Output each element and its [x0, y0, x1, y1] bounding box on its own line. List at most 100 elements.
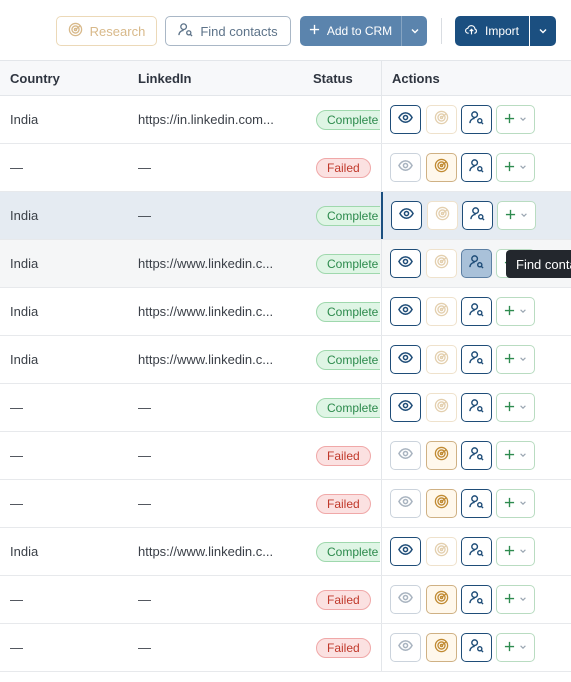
linkedin-cell[interactable]: https://www.linkedin.c...: [128, 288, 302, 335]
find-contacts-row-button[interactable]: [461, 153, 492, 182]
research-button-label: Research: [89, 23, 146, 39]
research-row-button[interactable]: [426, 633, 457, 662]
status-cell: Complete: [303, 384, 380, 431]
linkedin-cell[interactable]: —: [128, 432, 302, 479]
research-row-button[interactable]: [426, 393, 457, 422]
add-row-dropdown-button[interactable]: [496, 297, 535, 326]
find-contacts-row-button[interactable]: [461, 393, 492, 422]
status-badge: Failed: [316, 493, 371, 514]
table-row[interactable]: — — Failed: [0, 144, 571, 192]
status-badge: Failed: [316, 157, 371, 178]
table-row[interactable]: — — Failed: [0, 624, 571, 672]
chevron-down-icon: [538, 24, 548, 39]
add-row-dropdown-button[interactable]: [496, 633, 535, 662]
add-row-dropdown-button[interactable]: [496, 345, 535, 374]
linkedin-cell[interactable]: —: [128, 192, 302, 239]
table-row[interactable]: India https://www.linkedin.c... Complete: [0, 336, 571, 384]
linkedin-cell[interactable]: —: [128, 624, 302, 671]
view-button[interactable]: [390, 105, 421, 134]
add-row-dropdown-button[interactable]: [496, 393, 535, 422]
find-contacts-row-button[interactable]: [461, 537, 492, 566]
view-button[interactable]: [390, 585, 421, 614]
find-contacts-row-button[interactable]: [461, 633, 492, 662]
plus-icon: [504, 495, 515, 513]
add-row-dropdown-button[interactable]: [496, 105, 535, 134]
eye-icon: [398, 590, 413, 610]
view-button[interactable]: [390, 441, 421, 470]
table-row[interactable]: — — Failed: [0, 480, 571, 528]
find-contacts-icon: [178, 22, 193, 40]
add-to-crm-dropdown-button[interactable]: [401, 16, 427, 46]
linkedin-cell[interactable]: https://www.linkedin.c...: [128, 240, 302, 287]
find-contacts-button[interactable]: Find contacts: [165, 16, 291, 46]
add-row-dropdown-button[interactable]: [496, 153, 535, 182]
eye-icon: [398, 254, 413, 274]
find-contacts-row-button[interactable]: [461, 105, 492, 134]
find-contacts-icon: [469, 446, 484, 466]
research-row-button[interactable]: [426, 345, 457, 374]
view-button[interactable]: [390, 633, 421, 662]
find-contacts-row-button[interactable]: [461, 297, 492, 326]
add-row-dropdown-button[interactable]: [496, 537, 535, 566]
research-row-button[interactable]: [426, 105, 457, 134]
research-row-button[interactable]: [426, 153, 457, 182]
view-button[interactable]: [390, 537, 421, 566]
table-row[interactable]: India https://www.linkedin.c... Complete: [0, 288, 571, 336]
linkedin-cell[interactable]: https://in.linkedin.com...: [128, 96, 302, 143]
view-button[interactable]: [390, 249, 421, 278]
view-button[interactable]: [390, 345, 421, 374]
linkedin-cell[interactable]: —: [128, 480, 302, 527]
view-button[interactable]: [390, 489, 421, 518]
import-dropdown-button[interactable]: [530, 16, 556, 46]
research-radar-icon: [434, 254, 449, 274]
research-row-button[interactable]: [426, 249, 457, 278]
linkedin-cell[interactable]: —: [128, 144, 302, 191]
row-actions: [381, 480, 571, 527]
table-row[interactable]: — — Complete: [0, 384, 571, 432]
column-header-country[interactable]: Country: [0, 61, 127, 96]
linkedin-cell[interactable]: https://www.linkedin.c...: [128, 336, 302, 383]
view-button[interactable]: [390, 297, 421, 326]
status-badge: Failed: [316, 637, 371, 658]
research-button[interactable]: Research: [56, 16, 157, 46]
linkedin-cell[interactable]: —: [128, 576, 302, 623]
plus-icon: [505, 207, 516, 225]
find-contacts-row-button[interactable]: [461, 441, 492, 470]
column-header-status[interactable]: Status: [303, 61, 380, 96]
row-actions: [381, 624, 571, 671]
research-row-button[interactable]: [426, 441, 457, 470]
table-row[interactable]: — — Failed: [0, 576, 571, 624]
add-row-dropdown-button[interactable]: [496, 585, 535, 614]
find-contacts-row-button[interactable]: [461, 249, 492, 278]
view-button[interactable]: [391, 201, 422, 230]
find-contacts-row-button[interactable]: [462, 201, 493, 230]
table-row[interactable]: India https://in.linkedin.com... Complete: [0, 96, 571, 144]
view-button[interactable]: [390, 393, 421, 422]
table-row[interactable]: — — Failed: [0, 432, 571, 480]
find-contacts-row-button[interactable]: [461, 489, 492, 518]
linkedin-cell[interactable]: https://www.linkedin.c...: [128, 528, 302, 575]
research-radar-icon: [434, 302, 449, 322]
view-button[interactable]: [390, 153, 421, 182]
chevron-down-icon: [410, 24, 420, 39]
research-row-button[interactable]: [427, 201, 458, 230]
research-row-button[interactable]: [426, 489, 457, 518]
linkedin-cell[interactable]: —: [128, 384, 302, 431]
table-row[interactable]: India https://www.linkedin.c... Complete: [0, 528, 571, 576]
add-row-dropdown-button[interactable]: [496, 489, 535, 518]
find-contacts-row-button[interactable]: [461, 345, 492, 374]
research-row-button[interactable]: [426, 297, 457, 326]
research-row-button[interactable]: [426, 537, 457, 566]
add-row-dropdown-button[interactable]: [497, 201, 536, 230]
plus-icon: [504, 639, 515, 657]
research-row-button[interactable]: [426, 585, 457, 614]
find-contacts-row-button[interactable]: [461, 585, 492, 614]
table-row[interactable]: India — Complete: [0, 192, 571, 240]
column-header-linkedin[interactable]: LinkedIn: [128, 61, 302, 96]
table-row[interactable]: India https://www.linkedin.c... Complete: [0, 240, 571, 288]
add-row-dropdown-button[interactable]: [496, 441, 535, 470]
import-button[interactable]: Import: [455, 16, 529, 46]
country-cell: India: [10, 256, 39, 271]
status-cell: Complete: [303, 96, 380, 143]
add-to-crm-button[interactable]: Add to CRM: [300, 16, 401, 46]
